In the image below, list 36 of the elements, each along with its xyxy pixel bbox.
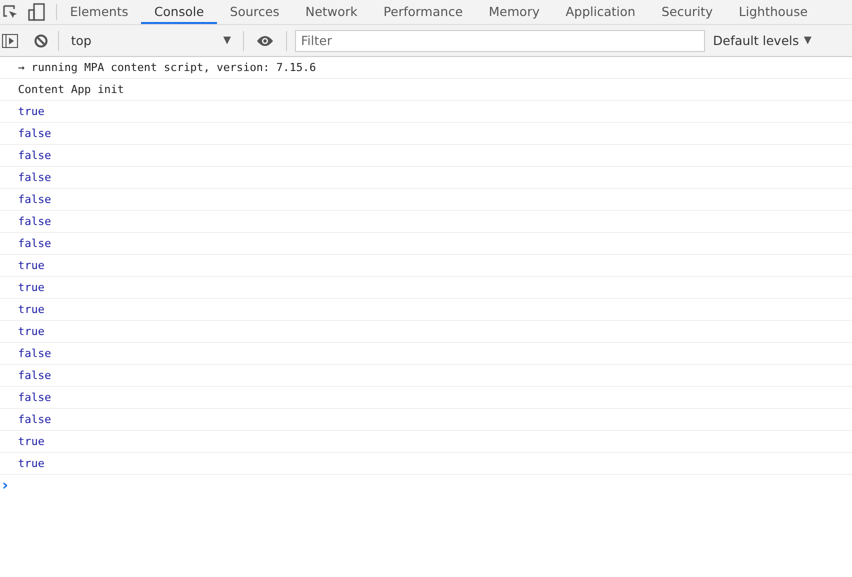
clear-icon[interactable] [34, 34, 48, 48]
panel-tab[interactable]: Elements [57, 0, 142, 24]
console-message: true [0, 431, 852, 453]
console-message: false [0, 123, 852, 145]
console-message: true [0, 101, 852, 123]
panel-tab[interactable]: Performance [370, 0, 476, 24]
inspect-icon[interactable] [2, 4, 18, 20]
panel-tab[interactable]: Network [292, 0, 371, 24]
console-message: true [0, 299, 852, 321]
device-icon[interactable] [28, 3, 46, 21]
levels-dropdown[interactable]: Default levels ▼ [713, 33, 812, 48]
panel-tab[interactable]: Application [552, 0, 648, 24]
console-message: → running MPA content script, version: 7.15.6 [0, 57, 852, 79]
filter-field[interactable]: Filter [295, 30, 705, 52]
console-message: true [0, 277, 852, 299]
console-message: false [0, 211, 852, 233]
eye-icon[interactable] [256, 34, 274, 46]
console-message: true [0, 255, 852, 277]
console-message: Content App init [0, 79, 852, 101]
console-message: false [0, 365, 852, 387]
context-select[interactable]: top ▼ [63, 33, 239, 48]
console-message: false [0, 343, 852, 365]
sidebar-toggle-icon[interactable] [2, 34, 18, 48]
panel-tab[interactable]: Lighthouse [726, 0, 821, 24]
panel-tab[interactable]: Security [648, 0, 726, 24]
console-message: true [0, 453, 852, 475]
console-message: false [0, 233, 852, 255]
console-message: false [0, 189, 852, 211]
panel-tab[interactable]: Sources [216, 0, 292, 24]
console-message: false [0, 409, 852, 431]
console-prompt[interactable]: › [0, 475, 852, 495]
panel-tab[interactable]: Memory [476, 0, 553, 24]
console-message: false [0, 387, 852, 409]
console-message: false [0, 145, 852, 167]
console-message: false [0, 167, 852, 189]
console-message: true [0, 321, 852, 343]
